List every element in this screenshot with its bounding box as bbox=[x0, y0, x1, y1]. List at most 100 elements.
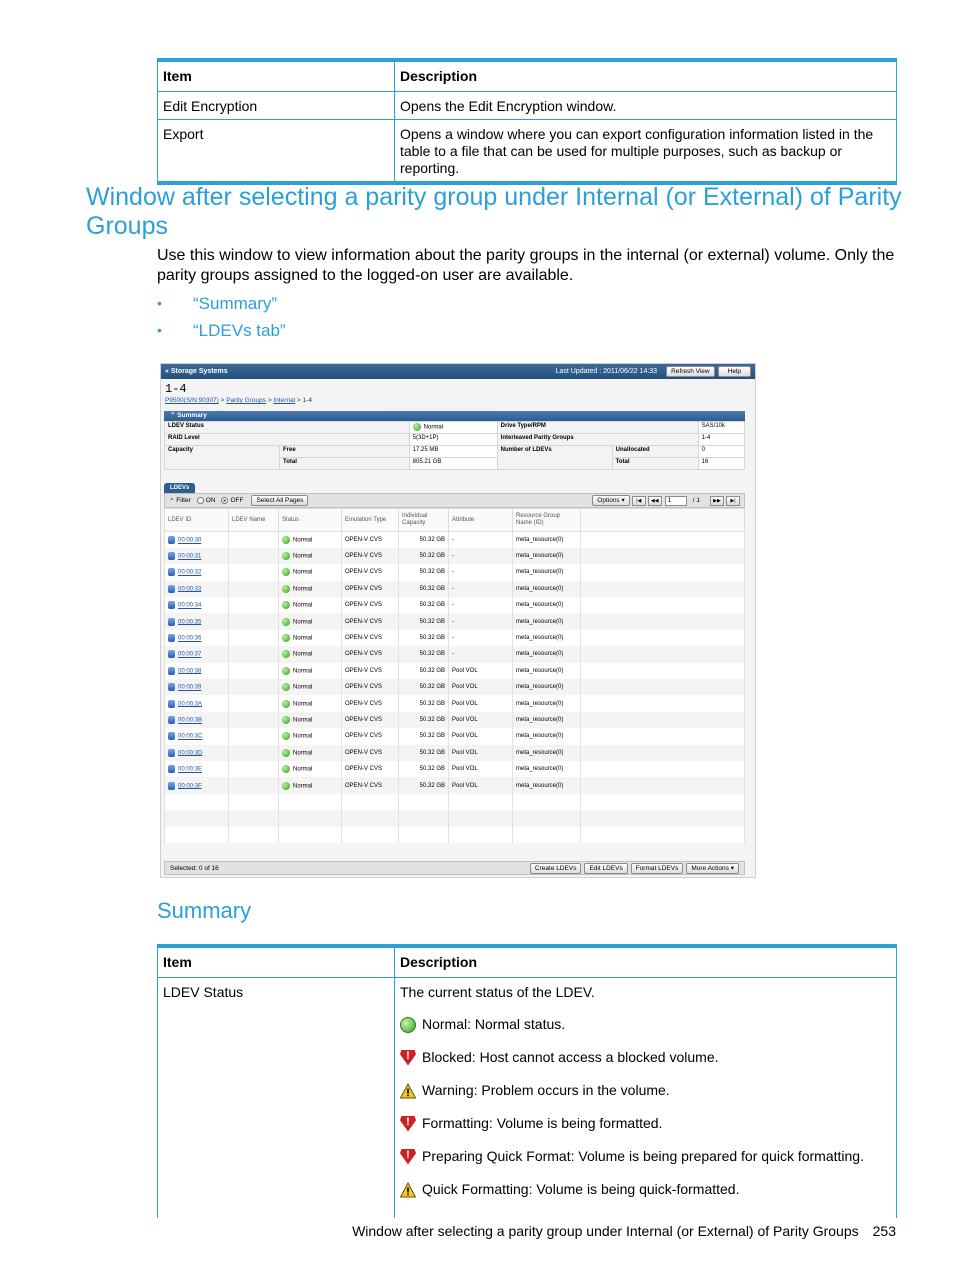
link-summary[interactable]: “Summary” bbox=[157, 294, 286, 321]
table-row[interactable]: 00:00:30 Normal OPEN-V CVS 50.32 GB - meta_re… bbox=[164, 531, 745, 548]
select-all-pages-button[interactable]: Select All Pages bbox=[251, 495, 309, 506]
col-ldev-id[interactable]: LDEV ID bbox=[164, 508, 229, 532]
ldev-id-cell[interactable]: 00:00:3E bbox=[164, 760, 229, 778]
ldev-id-cell[interactable]: 00:00:3B bbox=[164, 711, 229, 729]
ldev-id-cell[interactable]: 00:00:37 bbox=[164, 646, 229, 663]
table-row[interactable]: 00:00:38 Normal OPEN-V CVS 50.32 GB Pool VOL… bbox=[164, 662, 745, 680]
ldev-id-cell[interactable]: 00:00:3F bbox=[164, 777, 229, 794]
filter-off-radio[interactable] bbox=[221, 497, 229, 504]
ldev-id-cell[interactable]: 00:00:35 bbox=[164, 613, 229, 630]
col-status[interactable]: Status bbox=[278, 508, 342, 532]
more-actions-button[interactable]: More Actions ▾ bbox=[686, 862, 739, 874]
ldev-id-link[interactable]: 00:00:32 bbox=[178, 570, 201, 576]
ldev-id-cell[interactable]: 00:00:3A bbox=[164, 695, 229, 712]
status-cell: Normal bbox=[278, 744, 342, 761]
ldev-id-cell[interactable]: 00:00:33 bbox=[164, 580, 229, 598]
table-row[interactable]: 00:00:36 Normal OPEN-V CVS 50.32 GB - meta_re… bbox=[164, 629, 745, 647]
normal-status-icon bbox=[282, 683, 290, 692]
page-footer: Window after selecting a parity group un… bbox=[352, 1223, 896, 1239]
col-capacity[interactable]: Individual Capacity bbox=[398, 508, 449, 532]
num-ldevs-label: Number of LDEVs bbox=[496, 445, 613, 470]
ldev-name-cell bbox=[228, 597, 279, 614]
capacity-cell: 50.32 GB bbox=[398, 662, 449, 680]
edit-ldevs-button[interactable]: Edit LDEVs bbox=[584, 862, 628, 874]
ldev-id-link[interactable]: 00:00:35 bbox=[178, 619, 201, 625]
ldev-id-link[interactable]: 00:00:3F bbox=[178, 783, 202, 789]
item-cell: LDEV Status bbox=[157, 977, 395, 1218]
next-page-button[interactable]: ▶▶ bbox=[710, 495, 724, 506]
resource-group-cell: meta_resource(0) bbox=[512, 744, 581, 761]
ldev-id-link[interactable]: 00:00:36 bbox=[178, 636, 201, 642]
storage-systems-link[interactable]: « Storage Systems bbox=[165, 368, 228, 375]
table-row[interactable]: 00:00:32 Normal OPEN-V CVS 50.32 GB - meta_re… bbox=[164, 564, 745, 581]
table-row[interactable]: 00:00:37 Normal OPEN-V CVS 50.32 GB - meta_re… bbox=[164, 646, 745, 663]
crumb-parity-groups[interactable]: Parity Groups bbox=[226, 397, 266, 404]
table-row[interactable]: 00:00:3F Normal OPEN-V CVS 50.32 GB Pool VOL… bbox=[164, 777, 745, 794]
ldev-id-cell[interactable]: 00:00:30 bbox=[164, 531, 229, 548]
ldev-id-cell[interactable]: 00:00:38 bbox=[164, 662, 229, 680]
col-resource-group[interactable]: Resource Group Name (ID) bbox=[512, 508, 581, 532]
col-ldev-name[interactable]: LDEV Name bbox=[228, 508, 279, 532]
link-ldevs-tab[interactable]: “LDEVs tab” bbox=[157, 321, 286, 348]
raid-level-value: 5(3D+1P) bbox=[408, 433, 498, 446]
prev-page-button[interactable]: ◀◀ bbox=[647, 495, 662, 506]
ldev-id-link[interactable]: 00:00:38 bbox=[178, 668, 201, 674]
attribute-cell: Pool VOL bbox=[448, 744, 513, 761]
ldev-id-link[interactable]: 00:00:39 bbox=[178, 685, 201, 691]
col-attribute[interactable]: Attribute bbox=[448, 508, 513, 532]
summary-panel-header[interactable]: ⌃ Summary bbox=[164, 411, 745, 421]
help-button[interactable]: Help bbox=[717, 366, 751, 377]
ldev-id-link[interactable]: 00:00:30 bbox=[178, 538, 201, 544]
table-row[interactable]: 00:00:34 Normal OPEN-V CVS 50.32 GB - meta_re… bbox=[164, 597, 745, 614]
tab-ldevs[interactable]: LDEVs bbox=[164, 483, 196, 493]
first-page-button[interactable]: |◀ bbox=[631, 495, 646, 506]
create-ldevs-button[interactable]: Create LDEVs bbox=[529, 862, 582, 874]
table-row[interactable]: 00:00:3E Normal OPEN-V CVS 50.32 GB Pool VOL… bbox=[164, 760, 745, 778]
page-input[interactable]: 1 bbox=[664, 495, 687, 506]
table-row[interactable]: 00:00:35 Normal OPEN-V CVS 50.32 GB - meta_re… bbox=[164, 613, 745, 630]
ldev-id-cell[interactable]: 00:00:32 bbox=[164, 564, 229, 581]
status-cell: Normal bbox=[278, 580, 342, 598]
unallocated-value: 0 bbox=[697, 445, 746, 458]
crumb-storage[interactable]: P9500(S/N:90307) bbox=[165, 397, 219, 404]
ldev-id-link[interactable]: 00:00:3B bbox=[178, 718, 202, 724]
status-text: Quick Formatting: Volume is being quick-… bbox=[422, 1181, 740, 1197]
empty-row bbox=[164, 793, 745, 811]
ldev-id-link[interactable]: 00:00:3A bbox=[178, 701, 202, 707]
ldev-id-cell[interactable]: 00:00:3D bbox=[164, 744, 229, 761]
table-row[interactable]: 00:00:3D Normal OPEN-V CVS 50.32 GB Pool VOL… bbox=[164, 744, 745, 761]
ldev-id-cell[interactable]: 00:00:39 bbox=[164, 679, 229, 696]
table-row[interactable]: 00:00:33 Normal OPEN-V CVS 50.32 GB - meta_re… bbox=[164, 580, 745, 598]
crumb-internal[interactable]: Internal bbox=[273, 397, 295, 404]
summary-description-table: Item Description LDEV Status The current… bbox=[157, 944, 897, 1218]
table-row[interactable]: 00:00:3B Normal OPEN-V CVS 50.32 GB Pool VOL… bbox=[164, 711, 745, 729]
ldev-id-link[interactable]: 00:00:31 bbox=[178, 554, 201, 560]
table-row[interactable]: 00:00:3C Normal OPEN-V CVS 50.32 GB Pool VOL… bbox=[164, 728, 745, 745]
ldev-id-link[interactable]: 00:00:3E bbox=[178, 767, 202, 773]
format-ldevs-button[interactable]: Format LDEVs bbox=[630, 862, 684, 874]
ldev-id-link[interactable]: 00:00:3C bbox=[178, 734, 202, 740]
filter-on-radio[interactable] bbox=[196, 497, 204, 504]
table-row[interactable]: 00:00:31 Normal OPEN-V CVS 50.32 GB - meta_re… bbox=[164, 547, 745, 565]
table-row[interactable]: 00:00:3A Normal OPEN-V CVS 50.32 GB Pool VOL… bbox=[164, 695, 745, 712]
ldev-name-cell bbox=[228, 711, 279, 729]
col-emulation[interactable]: Emulation Type bbox=[341, 508, 399, 532]
table-row[interactable]: 00:00:39 Normal OPEN-V CVS 50.32 GB Pool VOL… bbox=[164, 679, 745, 696]
ldev-id-link[interactable]: 00:00:33 bbox=[178, 586, 201, 592]
ldev-id-cell[interactable]: 00:00:31 bbox=[164, 547, 229, 565]
ldev-id-link[interactable]: 00:00:34 bbox=[178, 603, 201, 609]
ldev-icon bbox=[168, 552, 175, 561]
status-text: Warning: Problem occurs in the volume. bbox=[422, 1082, 670, 1098]
ldev-id-cell[interactable]: 00:00:36 bbox=[164, 629, 229, 647]
ldev-id-link[interactable]: 00:00:37 bbox=[178, 652, 201, 658]
options-button[interactable]: Options ▾ bbox=[592, 495, 630, 506]
ldev-id-link[interactable]: 00:00:3D bbox=[178, 750, 202, 756]
ldev-id-cell[interactable]: 00:00:3C bbox=[164, 728, 229, 745]
refresh-view-button[interactable]: Refresh View bbox=[666, 366, 715, 377]
ldev-id-cell[interactable]: 00:00:34 bbox=[164, 597, 229, 614]
capacity-cell: 50.32 GB bbox=[398, 597, 449, 614]
normal-status-icon bbox=[282, 715, 290, 724]
last-page-button[interactable]: ▶| bbox=[726, 495, 740, 506]
normal-status-icon bbox=[282, 732, 290, 741]
normal-status-icon bbox=[282, 699, 290, 708]
